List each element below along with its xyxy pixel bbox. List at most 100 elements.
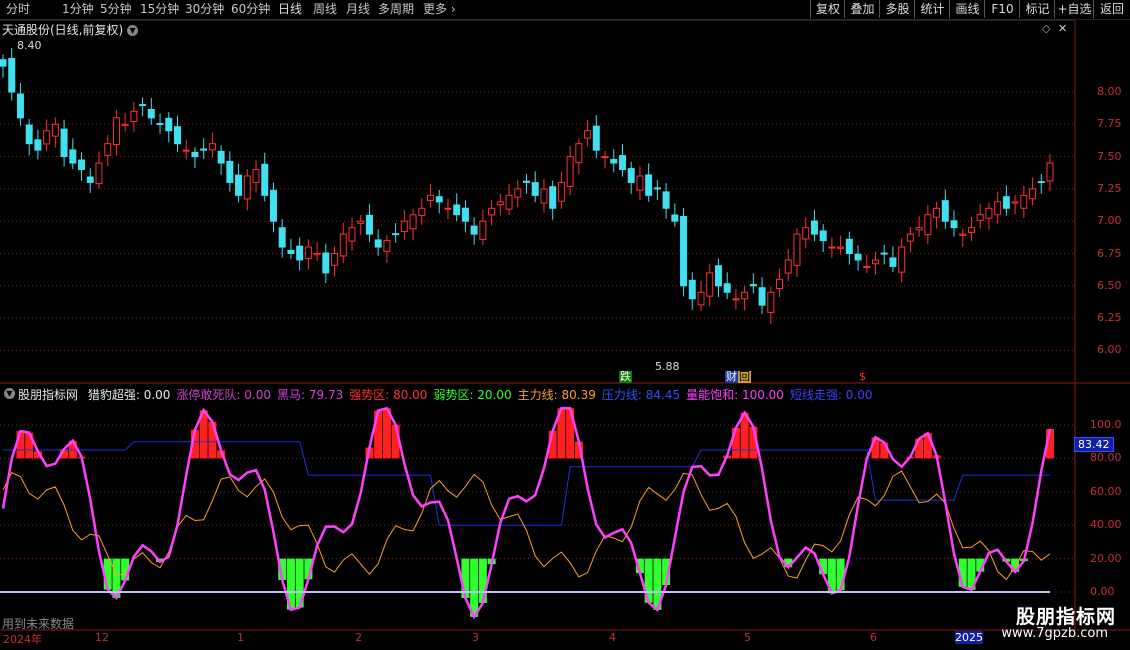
legend-item: 量能饱和: 100.00 — [686, 388, 784, 402]
candle-body — [610, 158, 618, 164]
candle-body — [78, 159, 86, 171]
candle-body — [208, 143, 216, 151]
black-horse-line — [1, 406, 1052, 620]
candle-body — [461, 207, 469, 222]
candle-body — [741, 291, 749, 300]
candle-body — [898, 246, 906, 273]
candle-body — [784, 259, 792, 274]
candle-body — [217, 150, 225, 164]
candle-body — [34, 139, 42, 151]
legend-item: 短线走强: 0.00 — [789, 388, 873, 402]
indicator-tick-label: 60.00 — [1090, 484, 1122, 498]
price-tick-label: 7.50 — [1097, 149, 1122, 163]
candle-body — [243, 175, 251, 200]
date-tick-label: 2025 — [955, 631, 983, 644]
candle-body — [723, 283, 731, 293]
candle-body — [889, 257, 897, 267]
candle-body — [488, 207, 496, 216]
candle-body — [348, 227, 356, 242]
candle-body — [226, 160, 234, 183]
candle-body — [287, 249, 295, 255]
candle-body — [392, 233, 400, 236]
candle-body — [601, 156, 609, 159]
candle-body — [976, 214, 984, 221]
legend-item: 涨停敢死队: 0.00 — [176, 388, 271, 402]
candle-body — [505, 194, 513, 210]
badge-cai[interactable]: 财 — [725, 371, 738, 383]
weak-zone-fill — [103, 558, 1028, 617]
candle-body — [1029, 188, 1037, 200]
badge-dollar[interactable]: $ — [858, 371, 867, 383]
candle-body — [182, 149, 190, 152]
candle-body — [156, 122, 164, 125]
price-tick-label: 7.75 — [1097, 117, 1122, 131]
candle-body — [915, 227, 923, 231]
candle-body — [1037, 181, 1045, 184]
badge-die[interactable]: 跌 — [619, 371, 632, 383]
date-tick-label: 6 — [870, 631, 877, 644]
candle-body — [575, 143, 583, 164]
candle-body — [523, 180, 530, 183]
indicator-legend: 股朋指标网 猎豹超强: 0.00 涨停敢死队: 0.00 黑马: 79.73 强势区:… — [18, 386, 879, 403]
candle-body — [793, 233, 801, 266]
candle-body — [906, 233, 914, 242]
price-tick-label: 7.25 — [1097, 181, 1122, 195]
candle-body — [592, 125, 600, 151]
pressure-line — [3, 441, 1050, 526]
date-tick-label: 3 — [472, 631, 479, 644]
date-tick-label: 4 — [609, 631, 616, 644]
candle-body — [278, 227, 286, 248]
candle-body — [418, 207, 426, 216]
candle-body — [540, 188, 548, 204]
candle-body — [427, 194, 435, 202]
price-tick-label: 6.25 — [1097, 311, 1122, 325]
price-tick-label: 7.00 — [1097, 214, 1122, 228]
candle-body — [409, 214, 417, 230]
candle-body — [653, 187, 661, 190]
candle-body — [697, 291, 705, 306]
candle-body — [95, 162, 103, 185]
date-tick-label: 2 — [355, 631, 362, 644]
badge-hui[interactable]: 回 — [738, 371, 751, 383]
candle-body — [8, 57, 16, 93]
candle-body — [479, 220, 487, 240]
candle-body — [470, 225, 478, 235]
price-tick-label: 8.00 — [1097, 85, 1122, 98]
candle-body — [1002, 196, 1010, 209]
candle-body — [863, 265, 871, 269]
candle-body — [706, 272, 714, 297]
candle-body — [130, 110, 138, 123]
candle-body — [444, 207, 452, 210]
candle-body — [514, 188, 522, 198]
candle-body — [680, 215, 688, 287]
low-price-label: 5.88 — [655, 360, 680, 373]
candle-body — [732, 298, 740, 301]
date-tick-label: 12 — [95, 631, 109, 644]
candlesticks — [0, 47, 1054, 325]
candle-body — [365, 214, 373, 235]
candle-body — [357, 220, 365, 224]
candle-body — [688, 279, 696, 300]
candle-body — [950, 220, 958, 229]
candle-body — [1046, 162, 1054, 182]
candle-body — [69, 149, 77, 164]
candle-body — [828, 246, 836, 249]
indicator-tick-label: 20.00 — [1090, 551, 1122, 565]
candle-body — [837, 246, 845, 249]
candle-body — [313, 253, 321, 256]
candle-body — [0, 59, 7, 67]
chevron-down-icon[interactable]: ▼ — [4, 388, 15, 399]
candle-body — [749, 284, 757, 287]
indicator-tick-label: 0.00 — [1090, 585, 1115, 598]
indicator-lines — [0, 406, 1055, 620]
candle-body — [261, 163, 269, 196]
date-tick-label: 5 — [744, 631, 751, 644]
candle-body — [453, 204, 461, 216]
indicator-tick-label: 80.00 — [1090, 451, 1122, 465]
candle-body — [331, 253, 339, 266]
candle-body — [165, 117, 173, 132]
indicator-name[interactable]: 股朋指标网 — [18, 388, 78, 402]
candle-body — [16, 93, 24, 119]
candle-body — [758, 287, 766, 306]
candle-body — [662, 191, 670, 209]
